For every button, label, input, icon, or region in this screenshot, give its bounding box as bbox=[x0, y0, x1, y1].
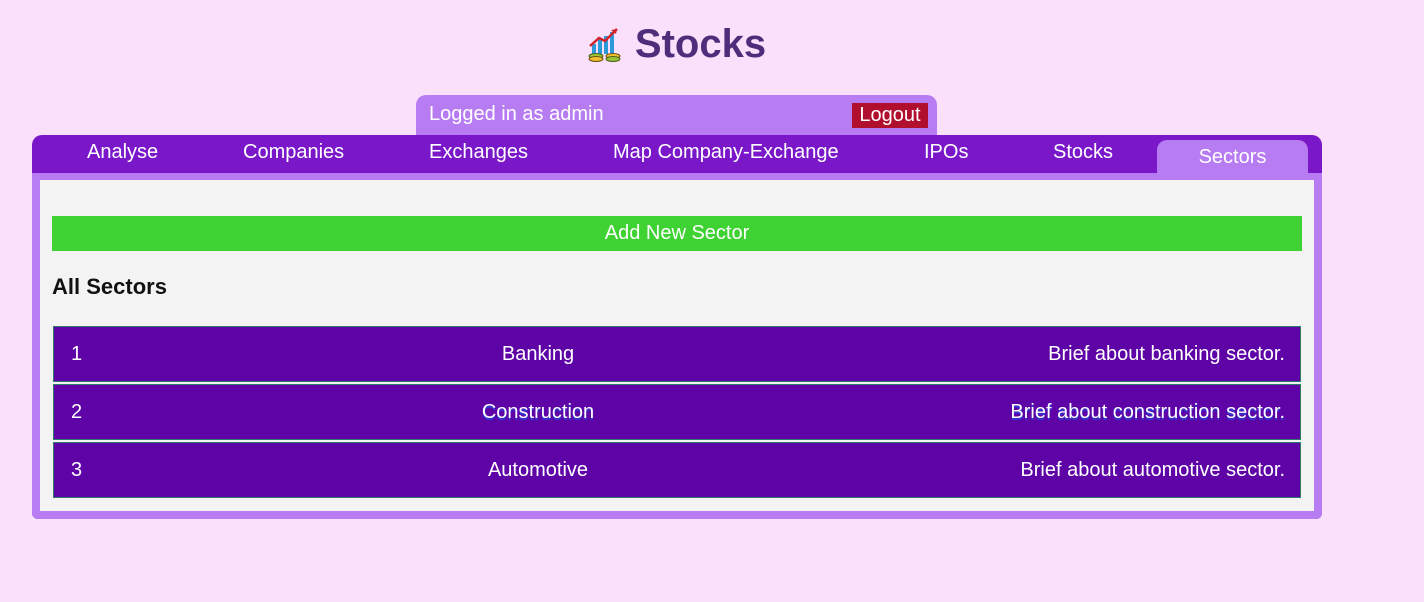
table-row[interactable]: 3 Automotive Brief about automotive sect… bbox=[53, 442, 1301, 498]
sector-name: Construction bbox=[481, 401, 595, 423]
section-title: All Sectors bbox=[52, 274, 167, 299]
table-row[interactable]: 1 Banking Brief about banking sector. bbox=[53, 326, 1301, 382]
sector-name: Automotive bbox=[487, 459, 589, 481]
sector-id: 2 bbox=[71, 401, 83, 423]
main-panel: Analyse Companies Exchanges Map Company-… bbox=[32, 135, 1322, 519]
stocks-chart-icon bbox=[587, 26, 623, 62]
sectors-table: 1 Banking Brief about banking sector. 2 … bbox=[53, 326, 1301, 500]
app-title: Stocks bbox=[634, 22, 767, 66]
sector-description: Brief about banking sector. bbox=[1048, 343, 1285, 365]
nav-tabs: Analyse Companies Exchanges Map Company-… bbox=[32, 135, 1322, 173]
sector-name: Banking bbox=[501, 343, 575, 365]
page-header: Stocks bbox=[0, 18, 1353, 70]
tab-stocks[interactable]: Stocks bbox=[1053, 141, 1113, 164]
tab-exchanges[interactable]: Exchanges bbox=[429, 141, 528, 164]
tab-companies[interactable]: Companies bbox=[243, 141, 344, 164]
sector-id: 1 bbox=[71, 343, 83, 365]
sector-id: 3 bbox=[71, 459, 83, 481]
user-bar: Logged in as admin Logout bbox=[416, 95, 937, 137]
sector-description: Brief about construction sector. bbox=[1010, 401, 1285, 423]
add-new-sector-button[interactable]: Add New Sector bbox=[52, 216, 1302, 251]
table-row[interactable]: 2 Construction Brief about construction … bbox=[53, 384, 1301, 440]
sectors-content: Add New Sector All Sectors 1 Banking Bri… bbox=[40, 180, 1314, 511]
content-frame: Add New Sector All Sectors 1 Banking Bri… bbox=[32, 173, 1322, 519]
tab-sectors[interactable]: Sectors bbox=[1157, 140, 1308, 173]
logged-in-status: Logged in as admin bbox=[429, 103, 604, 125]
tab-ipos[interactable]: IPOs bbox=[924, 141, 968, 164]
tab-map-company-exchange[interactable]: Map Company-Exchange bbox=[613, 141, 839, 164]
logout-button[interactable]: Logout bbox=[852, 103, 928, 128]
sector-description: Brief about automotive sector. bbox=[1020, 459, 1285, 481]
tab-analyse[interactable]: Analyse bbox=[87, 141, 158, 164]
